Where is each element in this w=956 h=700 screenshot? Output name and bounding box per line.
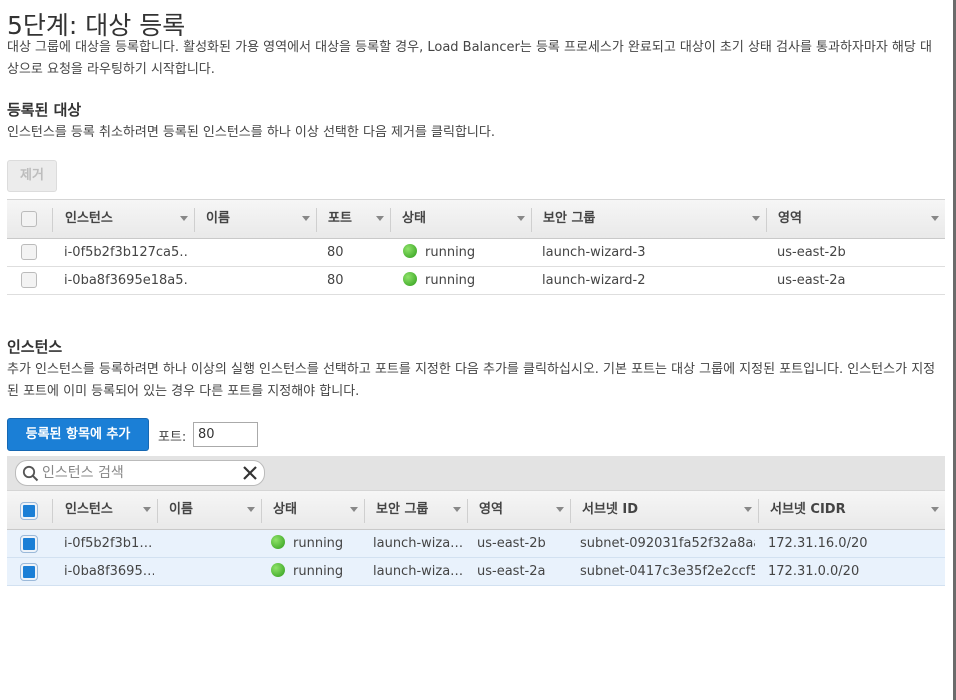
remove-button[interactable]: 제거 xyxy=(7,160,57,192)
running-status-icon xyxy=(271,535,285,549)
column-header-name[interactable]: 이름 xyxy=(194,200,316,240)
sort-caret-icon xyxy=(744,507,752,512)
column-header-instance[interactable]: 인스턴스 xyxy=(53,200,194,240)
instances-heading: 인스턴스 xyxy=(7,338,63,356)
sort-caret-icon xyxy=(453,507,461,512)
sort-caret-icon xyxy=(302,216,310,221)
sort-caret-icon xyxy=(931,507,939,512)
sort-caret-icon xyxy=(931,216,939,221)
search-toolbar: 인스턴스 검색 xyxy=(7,456,945,490)
status-cell: running xyxy=(271,530,361,558)
subnet-cidr: 172.31.0.0/20 xyxy=(768,564,860,579)
table-row[interactable]: i-0f5b2f3b1… running launch-wiza… us-eas… xyxy=(7,530,945,558)
row-checkbox[interactable] xyxy=(20,563,38,581)
instance-id: i-0f5b2f3b127ca5… xyxy=(64,245,189,260)
column-header-zone[interactable]: 영역 xyxy=(766,200,945,240)
registered-heading: 등록된 대상 xyxy=(7,101,82,119)
column-header-instance[interactable]: 인스턴스 xyxy=(53,491,157,531)
instances-description: 추가 인스턴스를 등록하려면 하나 이상의 실행 인스턴스를 선택하고 포트를 … xyxy=(7,362,936,399)
zone: us-east-2a xyxy=(777,273,846,288)
instance-name xyxy=(206,239,306,267)
subnet-id: subnet-0417c3e35f2e2ccf5 xyxy=(580,564,755,579)
running-status-icon xyxy=(403,244,417,258)
security-group: launch-wiza… xyxy=(373,536,463,551)
port-value: 80 xyxy=(327,245,344,260)
port-label: 포트: xyxy=(158,430,187,445)
security-group: launch-wizard-3 xyxy=(542,245,646,260)
instance-name xyxy=(169,530,257,558)
security-group: launch-wizard-2 xyxy=(542,273,646,288)
column-header-subnet-cidr[interactable]: 서브넷 CIDR xyxy=(758,491,945,531)
zone: us-east-2a xyxy=(477,564,546,579)
sort-caret-icon xyxy=(752,216,760,221)
clear-icon[interactable] xyxy=(242,465,258,485)
table-header: 인스턴스 이름 포트 상태 보안 그룹 영역 xyxy=(7,199,945,239)
registered-targets-table: 인스턴스 이름 포트 상태 보안 그룹 영역 i-0f5b2f3b127ca5…… xyxy=(7,199,945,295)
instance-id: i-0f5b2f3b1… xyxy=(64,536,153,551)
row-checkbox[interactable] xyxy=(21,244,37,260)
instance-id: i-0ba8f3695e18a5… xyxy=(64,273,189,288)
zone: us-east-2b xyxy=(777,245,846,260)
column-header-name[interactable]: 이름 xyxy=(157,491,261,531)
table-header: 인스턴스 이름 상태 보안 그룹 영역 서브넷 ID 서브넷 CIDR xyxy=(7,490,945,530)
table-row[interactable]: i-0ba8f3695e18a5… 80 running launch-wiza… xyxy=(7,267,945,295)
instance-name xyxy=(206,267,306,295)
instances-table: 인스턴스 이름 상태 보안 그룹 영역 서브넷 ID 서브넷 CIDR i-0f… xyxy=(7,490,945,586)
column-header-port[interactable]: 포트 xyxy=(316,200,390,240)
column-header-subnet-id[interactable]: 서브넷 ID xyxy=(570,491,758,531)
sort-caret-icon xyxy=(556,507,564,512)
status-cell: running xyxy=(403,239,523,267)
column-header-security-group[interactable]: 보안 그룹 xyxy=(531,200,766,240)
search-placeholder: 인스턴스 검색 xyxy=(42,465,124,481)
status-cell: running xyxy=(271,558,361,586)
sort-caret-icon xyxy=(376,216,384,221)
row-checkbox[interactable] xyxy=(20,535,38,553)
zone: us-east-2b xyxy=(477,536,546,551)
instance-search-input[interactable]: 인스턴스 검색 xyxy=(15,460,265,486)
table-row[interactable]: i-0ba8f3695… running launch-wiza… us-eas… xyxy=(7,558,945,586)
instance-id: i-0ba8f3695… xyxy=(64,564,154,579)
sort-caret-icon xyxy=(350,507,358,512)
select-all-checkbox[interactable] xyxy=(20,502,38,520)
row-checkbox[interactable] xyxy=(21,272,37,288)
table-row[interactable]: i-0f5b2f3b127ca5… 80 running launch-wiza… xyxy=(7,239,945,267)
add-to-registered-button[interactable]: 등록된 항목에 추가 xyxy=(7,418,149,451)
security-group: launch-wiza… xyxy=(373,564,463,579)
port-input[interactable] xyxy=(193,422,258,447)
running-status-icon xyxy=(271,563,285,577)
column-header-state[interactable]: 상태 xyxy=(261,491,364,531)
sort-caret-icon xyxy=(180,216,188,221)
select-all-checkbox[interactable] xyxy=(21,211,37,227)
instance-name xyxy=(169,558,257,586)
running-status-icon xyxy=(403,272,417,286)
port-value: 80 xyxy=(327,273,344,288)
column-header-security-group[interactable]: 보안 그룹 xyxy=(364,491,467,531)
search-icon xyxy=(22,465,39,486)
page-description: 대상 그룹에 대상을 등록합니다. 활성화된 가용 영역에서 대상을 등록할 경… xyxy=(7,40,932,77)
sort-caret-icon xyxy=(247,507,255,512)
column-header-zone[interactable]: 영역 xyxy=(467,491,570,531)
subnet-cidr: 172.31.16.0/20 xyxy=(768,536,868,551)
registered-description: 인스턴스를 등록 취소하려면 등록된 인스턴스를 하나 이상 선택한 다음 제거… xyxy=(7,125,495,140)
column-header-state[interactable]: 상태 xyxy=(390,200,531,240)
subnet-id: subnet-092031fa52f32a8aa xyxy=(580,536,755,551)
sort-caret-icon xyxy=(143,507,151,512)
status-cell: running xyxy=(403,267,523,295)
sort-caret-icon xyxy=(517,216,525,221)
